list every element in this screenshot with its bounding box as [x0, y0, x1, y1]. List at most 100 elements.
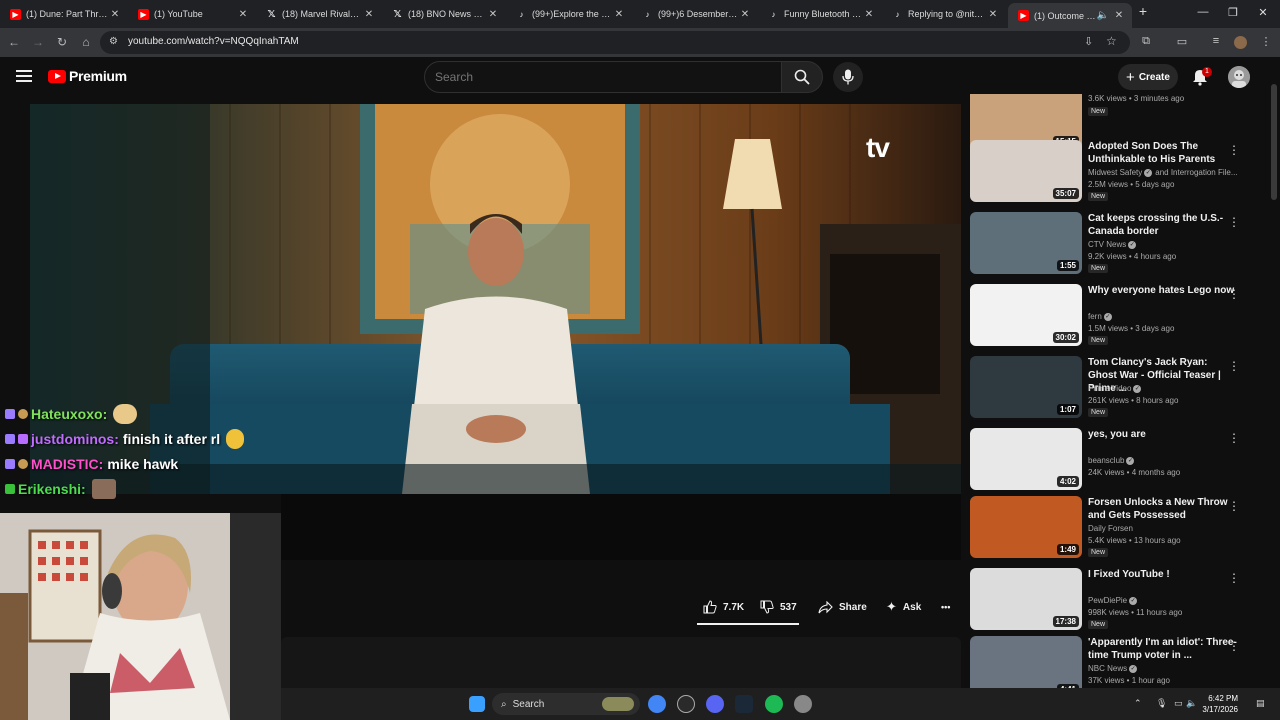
video-channel[interactable]: NBC News ✓ [1088, 664, 1238, 673]
new-tab-button[interactable]: + [1134, 3, 1152, 19]
notification-tray-icon[interactable]: ▤ [1256, 698, 1265, 709]
video-thumbnail[interactable]: 1:55 [970, 212, 1082, 274]
close-tab-icon[interactable]: ✕ [612, 9, 626, 20]
site-info-icon[interactable]: ⚙ [109, 36, 118, 47]
video-title[interactable]: Cat keeps crossing the U.S.-Canada borde… [1088, 212, 1238, 238]
voice-search-button[interactable] [833, 62, 863, 92]
sidebar-scrollbar[interactable] [1271, 84, 1277, 200]
ask-button[interactable]: ✦ Ask [886, 596, 921, 618]
video-title[interactable]: Forsen Unlocks a New Throw and Gets Poss… [1088, 496, 1238, 522]
network-tray-icon[interactable]: ▭ [1174, 698, 1183, 709]
back-icon[interactable]: ← [6, 34, 22, 50]
related-video-item[interactable]: 4:02 yes, you are beansclub ✓ 24K views • 4 … [970, 428, 1260, 496]
settings-app-icon[interactable] [794, 695, 812, 713]
minimize-button[interactable]: — [1194, 6, 1212, 18]
system-clock[interactable]: 6:42 PM 3/17/2026 [1194, 693, 1238, 715]
browser-tab[interactable]: ♪ (99+)6 Desember 25 / ✕ [632, 3, 758, 25]
side-panel-icon[interactable]: ▭ [1174, 35, 1190, 48]
chrome-app-icon[interactable] [648, 695, 666, 713]
close-tab-icon[interactable]: ✕ [362, 9, 376, 20]
video-channel[interactable]: Midwest Safety ✓ and Interrogation File... [1088, 168, 1238, 177]
related-video-item[interactable]: 4:41'Apparently I'm an idiot': Three-tim… [970, 636, 1260, 694]
browser-tab[interactable]: ♪ Funny Bluetooth Butt ✕ [758, 3, 882, 25]
more-vertical-icon[interactable]: ⋮ [1228, 638, 1240, 654]
reload-icon[interactable]: ↻ [54, 34, 70, 50]
video-channel[interactable]: Daily Forsen [1088, 524, 1238, 533]
video-thumbnail[interactable]: 1:07 [970, 356, 1082, 418]
video-title[interactable]: 'Apparently I'm an idiot': Three-time Tr… [1088, 636, 1238, 662]
search-button[interactable] [781, 61, 823, 93]
microphone-tray-icon[interactable]: 🎙 [1156, 698, 1167, 709]
account-avatar[interactable] [1228, 66, 1250, 88]
related-video-item[interactable]: 1:49 Forsen Unlocks a New Throw and Gets … [970, 496, 1260, 564]
related-video-item[interactable]: 1:55 Cat keeps crossing the U.S.-Canada b… [970, 212, 1260, 280]
close-tab-icon[interactable]: ✕ [486, 9, 500, 20]
video-title[interactable]: Why everyone hates Lego now [1088, 284, 1238, 297]
windows-start-icon[interactable] [469, 696, 485, 712]
create-button[interactable]: + Create [1118, 64, 1178, 90]
share-button[interactable]: Share [818, 596, 867, 618]
video-title[interactable]: Adopted Son Does The Unthinkable to His … [1088, 140, 1238, 166]
more-vertical-icon[interactable]: ⋮ [1228, 286, 1240, 302]
video-channel[interactable]: PewDiePie ✓ [1088, 596, 1238, 605]
video-title[interactable]: I Fixed YouTube ! [1088, 568, 1238, 581]
video-thumbnail[interactable]: 1:49 [970, 496, 1082, 558]
more-vertical-icon[interactable]: ⋮ [1228, 498, 1240, 514]
more-actions-button[interactable]: ••• [941, 596, 950, 618]
related-video-item[interactable]: 35:07 Adopted Son Does The Unthinkable to… [970, 140, 1260, 208]
close-tab-icon[interactable]: ✕ [738, 9, 752, 20]
spotify-app-icon[interactable] [765, 695, 783, 713]
extensions-icon[interactable]: ⧉ [1138, 35, 1154, 48]
video-channel[interactable]: Prime Video ✓ [1088, 384, 1238, 393]
home-icon[interactable]: ⌂ [78, 34, 94, 50]
discord-app-icon[interactable] [706, 695, 724, 713]
video-title[interactable]: yes, you are [1088, 428, 1238, 441]
address-bar[interactable]: ⚙ youtube.com/watch?v=NQQqInahTAM ⇩ ☆ [100, 31, 1130, 54]
video-channel[interactable]: beansclub ✓ [1088, 456, 1238, 465]
more-vertical-icon[interactable]: ⋮ [1228, 430, 1240, 446]
youtube-premium-logo[interactable]: Premium [48, 68, 127, 84]
like-button[interactable]: 7.7K [703, 596, 744, 618]
browser-tab[interactable]: 𝕏 (18) Marvel Rivals on ✕ [256, 3, 382, 25]
close-tab-icon[interactable]: ✕ [236, 9, 250, 20]
close-tab-icon[interactable]: ✕ [986, 9, 1000, 20]
related-video-item[interactable]: 17:38 I Fixed YouTube ! PewDiePie ✓ 998K vie… [970, 568, 1260, 636]
app-icon[interactable] [677, 695, 695, 713]
profile-avatar-icon[interactable] [1234, 36, 1247, 49]
steam-app-icon[interactable] [735, 695, 753, 713]
more-vertical-icon[interactable]: ⋮ [1228, 142, 1240, 158]
video-thumbnail[interactable]: 35:07 [970, 140, 1082, 202]
bookmark-star-icon[interactable]: ☆ [1106, 34, 1117, 48]
speaker-icon[interactable]: 🔈 [1096, 10, 1110, 21]
video-channel[interactable]: CTV News ✓ [1088, 240, 1238, 249]
more-vertical-icon[interactable]: ⋮ [1228, 570, 1240, 586]
close-tab-icon[interactable]: ✕ [108, 9, 122, 20]
video-thumbnail[interactable]: 4:02 [970, 428, 1082, 490]
tray-overflow-icon[interactable]: ⌃ [1134, 698, 1142, 709]
browser-tab-active[interactable]: ▶ (1) Outcome — O 🔈 ✕ [1008, 3, 1132, 28]
related-video-item[interactable]: 1:07 Tom Clancy's Jack Ryan: Ghost War - … [970, 356, 1260, 424]
related-video-item[interactable]: 30:02 Why everyone hates Lego now fern ✓ 1.5… [970, 284, 1260, 352]
video-thumbnail[interactable]: 4:41 [970, 636, 1082, 694]
forward-icon[interactable]: → [30, 34, 46, 50]
browser-tab[interactable]: 𝕏 (18) BNO News on X: ✕ [382, 3, 506, 25]
close-tab-icon[interactable]: ✕ [1112, 10, 1126, 21]
video-thumbnail[interactable]: 17:38 [970, 568, 1082, 630]
hamburger-menu-icon[interactable] [14, 67, 34, 87]
browser-tab[interactable]: ♪ (99+)Explore the Size ✕ [506, 3, 632, 25]
chrome-menu-icon[interactable]: ⋮ [1258, 35, 1274, 48]
more-vertical-icon[interactable]: ⋮ [1228, 214, 1240, 230]
more-vertical-icon[interactable]: ⋮ [1228, 358, 1240, 374]
media-controls-icon[interactable]: ≡ [1208, 35, 1224, 47]
video-thumbnail[interactable]: 30:02 [970, 284, 1082, 346]
restore-button[interactable]: ❐ [1224, 6, 1242, 19]
close-window-button[interactable]: ✕ [1254, 6, 1272, 19]
browser-tab[interactable]: ▶ (1) Dune: Part Three | ✕ [0, 3, 128, 25]
dislike-button[interactable]: 537 [760, 596, 797, 618]
search-input[interactable] [435, 70, 765, 84]
install-app-icon[interactable]: ⇩ [1084, 35, 1093, 48]
video-channel[interactable]: fern ✓ [1088, 312, 1238, 321]
close-tab-icon[interactable]: ✕ [862, 9, 876, 20]
taskbar-search[interactable]: ⌕ Search [492, 693, 640, 715]
browser-tab[interactable]: ♪ Replying to @nitro01 ✕ [882, 3, 1006, 25]
